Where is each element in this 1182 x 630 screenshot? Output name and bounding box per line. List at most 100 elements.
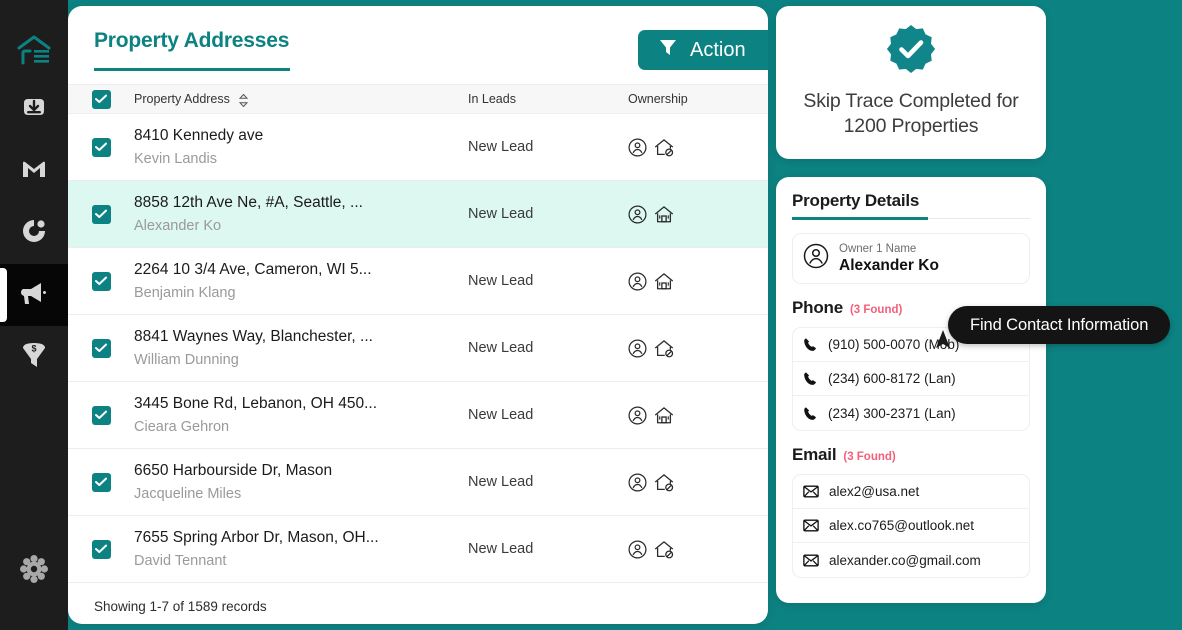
select-all-cell (68, 89, 134, 109)
email-section-header: Email (3 Found) (792, 445, 1030, 465)
email-list-item[interactable]: alexander.co@gmail.com (793, 543, 1029, 577)
person-circle-icon (628, 472, 647, 492)
select-all-checkbox[interactable] (91, 89, 111, 109)
phone-list-item[interactable]: (234) 300-2371 (Lan) (793, 396, 1029, 430)
ownership-icon-group (628, 472, 768, 492)
column-header-ownership: Ownership (628, 92, 688, 106)
row-checkbox-cell (68, 539, 134, 559)
property-address-text: 7655 Spring Arbor Dr, Mason, OH... (134, 528, 379, 546)
property-address-text: 6650 Harbourside Dr, Mason (134, 461, 333, 479)
row-checkbox[interactable] (91, 472, 111, 492)
ownership-cell (628, 204, 768, 224)
email-list: alex2@usa.net alex.co765@outlook.net alexa… (792, 474, 1030, 578)
row-checkbox-cell (68, 405, 134, 425)
row-checkbox-cell (68, 472, 134, 492)
owner-name-text: Kevin Landis (134, 150, 218, 167)
skip-trace-title: Skip Trace Completed for 1200 Properties (803, 90, 1019, 137)
row-checkbox[interactable] (91, 204, 111, 224)
person-circle-icon (628, 405, 647, 425)
column-header-address[interactable]: Property Address (134, 91, 468, 108)
lead-status-label: New Lead (468, 407, 534, 423)
lead-status-cell: New Lead (468, 138, 628, 156)
phone-list-item[interactable]: (234) 600-8172 (Lan) (793, 362, 1029, 396)
ownership-icon-group (628, 405, 768, 425)
owner-name-text: David Tennant (134, 552, 227, 569)
column-header-address-label: Property Address (134, 91, 230, 106)
megaphone-icon (19, 280, 49, 311)
table-body: 8410 Kennedy ave Kevin Landis New Lead 8858… (68, 114, 768, 583)
email-list-item[interactable]: alex2@usa.net (793, 475, 1029, 509)
address-cell[interactable]: 6650 Harbourside Dr, Mason Jacqueline Mil… (134, 461, 468, 504)
email-found-count: (3 Found) (843, 451, 896, 463)
row-checkbox-cell (68, 204, 134, 224)
property-address-text: 2264 10 3/4 Ave, Cameron, WI 5... (134, 260, 372, 278)
person-circle-icon (628, 338, 647, 358)
address-cell[interactable]: 3445 Bone Rd, Lebanon, OH 450... Cieara G… (134, 394, 468, 437)
house-absentee-icon (654, 339, 674, 358)
row-checkbox[interactable] (91, 405, 111, 425)
target-circle-icon (20, 217, 48, 250)
address-cell[interactable]: 8410 Kennedy ave Kevin Landis (134, 126, 468, 169)
lead-status-label: New Lead (468, 206, 534, 222)
email-list-item-value: alex2@usa.net (829, 484, 920, 499)
house-logo-icon (17, 35, 51, 70)
email-list-item[interactable]: alex.co765@outlook.net (793, 509, 1029, 543)
ownership-cell (628, 405, 768, 425)
row-checkbox[interactable] (91, 137, 111, 157)
action-button[interactable]: Action (638, 30, 768, 70)
table-row[interactable]: 6650 Harbourside Dr, Mason Jacqueline Mil… (68, 449, 768, 516)
table-row[interactable]: 8410 Kennedy ave Kevin Landis New Lead (68, 114, 768, 181)
app-logo[interactable] (0, 26, 68, 78)
table-row[interactable]: 8858 12th Ave Ne, #A, Seattle, ... Alexan… (68, 181, 768, 248)
property-address-text: 8841 Waynes Way, Blanchester, ... (134, 327, 373, 345)
owner-info-box: Owner 1 Name Alexander Ko (792, 233, 1030, 284)
phone-icon (803, 337, 818, 352)
sidebar-item-settings[interactable] (0, 555, 68, 588)
phone-list-item-value: (234) 300-2371 (Lan) (828, 405, 956, 421)
address-cell[interactable]: 8841 Waynes Way, Blanchester, ... William… (134, 327, 468, 370)
phone-heading: Phone (792, 298, 843, 317)
row-checkbox[interactable] (91, 539, 111, 559)
ownership-cell (628, 271, 768, 291)
tab-active-underline (94, 68, 290, 71)
phone-icon (803, 406, 818, 421)
sidebar-item-mail[interactable] (0, 140, 68, 202)
sidebar-item-target[interactable] (0, 202, 68, 264)
money-funnel-icon: $ (20, 340, 48, 375)
address-cell[interactable]: 7655 Spring Arbor Dr, Mason, OH... David … (134, 528, 468, 571)
property-address-text: 8858 12th Ave Ne, #A, Seattle, ... (134, 193, 363, 211)
address-cell[interactable]: 2264 10 3/4 Ave, Cameron, WI 5... Benjami… (134, 260, 468, 303)
import-download-icon (20, 93, 48, 126)
ownership-icon-group (628, 204, 768, 224)
row-checkbox[interactable] (91, 338, 111, 358)
mail-m-icon (20, 157, 48, 186)
lead-status-cell: New Lead (468, 406, 628, 424)
row-checkbox[interactable] (91, 271, 111, 291)
sort-updown-icon[interactable] (239, 94, 249, 108)
phone-found-count: (3 Found) (849, 304, 903, 316)
owner-name-text: Benjamin Klang (134, 284, 236, 301)
table-row[interactable]: 7655 Spring Arbor Dr, Mason, OH... David … (68, 516, 768, 583)
sidebar-item-import[interactable] (0, 78, 68, 140)
gear-icon (20, 555, 48, 588)
find-contact-information-tooltip[interactable]: Find Contact Information (948, 306, 1171, 344)
envelope-icon (803, 554, 819, 567)
ownership-cell (628, 137, 768, 157)
sidebar-item-marketing[interactable] (0, 264, 68, 326)
property-details-title: Property Details (792, 191, 920, 210)
tab-property-addresses[interactable]: Property Addresses (94, 29, 289, 73)
row-checkbox-cell (68, 338, 134, 358)
filter-funnel-icon (658, 37, 678, 63)
ownership-icon-group (628, 271, 768, 291)
table-row[interactable]: 2264 10 3/4 Ave, Cameron, WI 5... Benjami… (68, 248, 768, 315)
house-occupied-icon (654, 205, 674, 224)
sidebar-item-deals[interactable]: $ (0, 326, 68, 388)
row-checkbox-cell (68, 271, 134, 291)
ownership-icon-group (628, 137, 768, 157)
table-row[interactable]: 3445 Bone Rd, Lebanon, OH 450... Cieara G… (68, 382, 768, 449)
email-list-item-value: alexander.co@gmail.com (829, 552, 981, 568)
property-addresses-card: Property Addresses Action Property Addre… (68, 6, 768, 624)
table-row[interactable]: 8841 Waynes Way, Blanchester, ... William… (68, 315, 768, 382)
address-cell[interactable]: 8858 12th Ave Ne, #A, Seattle, ... Alexan… (134, 193, 468, 236)
verified-check-badge-icon (792, 24, 1030, 76)
